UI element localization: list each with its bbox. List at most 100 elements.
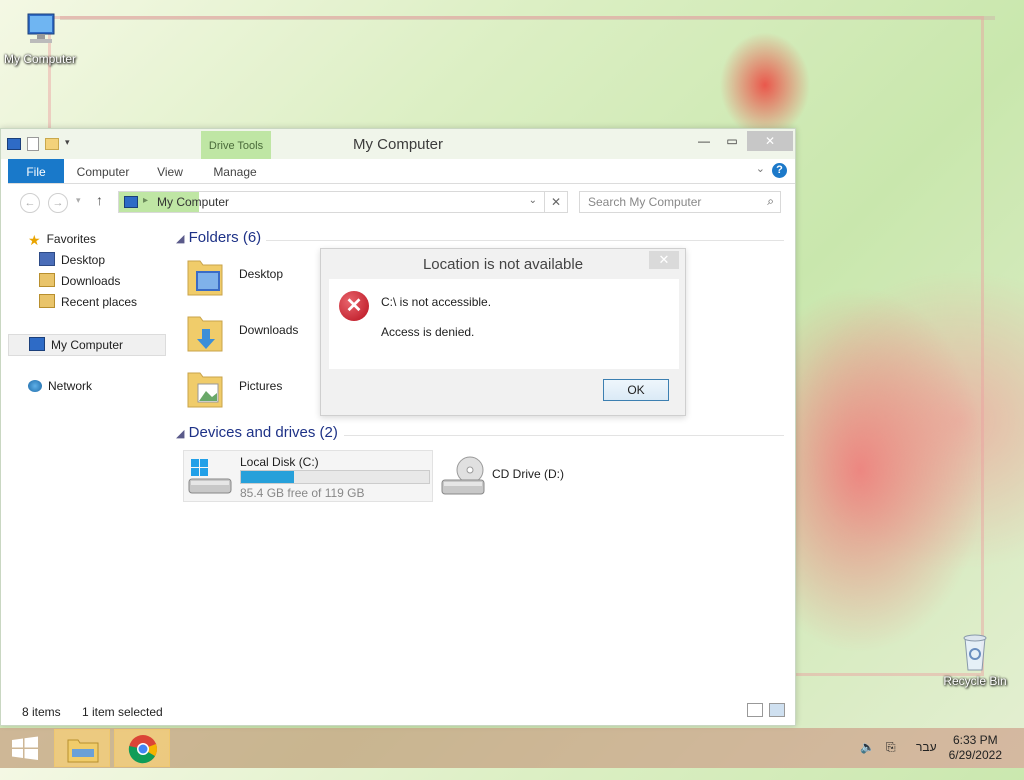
file-explorer-icon bbox=[67, 739, 99, 763]
clock-date: 6/29/2022 bbox=[948, 748, 1002, 762]
computer-icon bbox=[20, 10, 60, 50]
cd-drive-icon bbox=[441, 456, 485, 495]
up-button[interactable]: ↑ bbox=[96, 192, 103, 208]
language-indicator[interactable]: עבר bbox=[916, 740, 937, 780]
navigation-bar: ← → ▾ ↑ ▸ My Computer ⌄ ✕ Search My Comp… bbox=[8, 187, 795, 217]
view-switcher bbox=[747, 703, 785, 717]
drives-group-header[interactable]: ◢ Devices and drives (2) bbox=[176, 424, 784, 444]
group-divider bbox=[344, 435, 784, 436]
folder-downloads-icon bbox=[187, 316, 223, 352]
folder-pictures[interactable]: Pictures bbox=[186, 363, 326, 413]
recent-locations-icon[interactable]: ▾ bbox=[76, 195, 81, 206]
ribbon-tabs: File Computer View Manage ⌄ ? bbox=[8, 159, 795, 184]
drive-free-space: 85.4 GB free of 119 GB bbox=[240, 486, 365, 500]
nav-label: Downloads bbox=[61, 274, 121, 288]
desktop-icon-label: My Computer bbox=[3, 52, 77, 66]
folders-group-header[interactable]: ◢ Folders (6) bbox=[176, 229, 784, 249]
desktop-icon-my-computer[interactable]: My Computer bbox=[0, 10, 80, 66]
dialog-message-secondary: Access is denied. bbox=[381, 325, 475, 339]
clock[interactable]: 6:33 PM 6/29/2022 bbox=[949, 733, 1002, 763]
drive-d[interactable]: CD Drive (D:) bbox=[438, 450, 588, 500]
volume-muted-icon[interactable]: 🔈 bbox=[860, 740, 875, 780]
nav-label: Desktop bbox=[61, 253, 106, 267]
window-title: My Computer bbox=[352, 136, 444, 153]
taskbar: 🔈 ⎘ עבר 6:33 PM 6/29/2022 bbox=[0, 728, 1024, 768]
tab-file[interactable]: File bbox=[8, 159, 64, 183]
nav-item-recent[interactable]: Recent places bbox=[39, 292, 195, 312]
address-clear-button[interactable]: ✕ bbox=[544, 191, 568, 213]
drive-name: CD Drive (D:) bbox=[492, 467, 564, 481]
dialog-body: ✕ C:\ is not accessible. Access is denie… bbox=[329, 279, 679, 369]
windows-logo-icon bbox=[12, 736, 38, 760]
desktop-icon bbox=[39, 252, 55, 266]
downloads-icon bbox=[39, 273, 55, 287]
hard-disk-icon bbox=[188, 459, 232, 494]
nav-item-favorites[interactable]: ★ Favorites bbox=[28, 229, 184, 249]
details-view-icon[interactable] bbox=[747, 703, 763, 717]
computer-icon bbox=[29, 337, 45, 351]
address-text[interactable]: My Computer bbox=[157, 195, 229, 209]
nav-item-downloads[interactable]: Downloads bbox=[39, 271, 195, 291]
search-box[interactable]: Search My Computer ⌕ bbox=[579, 191, 781, 213]
status-selected-count: 1 item selected bbox=[82, 705, 163, 719]
tab-manage[interactable]: Manage bbox=[204, 159, 266, 183]
folder-name: Desktop bbox=[239, 267, 284, 281]
minimize-button[interactable]: — bbox=[689, 131, 719, 151]
tab-view[interactable]: View bbox=[148, 159, 192, 183]
title-bar: ▾ Drive Tools My Computer — ▭ ✕ bbox=[1, 129, 795, 159]
chrome-icon bbox=[128, 735, 157, 764]
back-button[interactable]: ← bbox=[20, 193, 40, 213]
folder-desktop[interactable]: Desktop bbox=[186, 251, 326, 301]
close-button[interactable]: ✕ bbox=[747, 131, 793, 151]
nav-item-my-computer[interactable]: My Computer bbox=[8, 334, 166, 356]
drive-c[interactable]: Local Disk (C:) 85.4 GB free of 119 GB bbox=[183, 450, 433, 502]
network-tray-icon[interactable]: ⎘ bbox=[886, 740, 896, 780]
address-dropdown-icon[interactable]: ⌄ bbox=[529, 195, 537, 206]
help-icon[interactable]: ? bbox=[772, 163, 787, 178]
search-icon[interactable]: ⌕ bbox=[767, 194, 774, 209]
wallpaper-stripe bbox=[60, 16, 995, 20]
dialog-message-primary: C:\ is not accessible. bbox=[381, 295, 492, 309]
folder-pictures-icon bbox=[187, 372, 223, 408]
start-button[interactable] bbox=[0, 728, 50, 768]
maximize-button[interactable]: ▭ bbox=[717, 131, 747, 151]
network-icon bbox=[28, 380, 42, 392]
group-divider bbox=[266, 240, 784, 241]
recent-places-icon bbox=[39, 294, 55, 308]
ribbon-expand-icon[interactable]: ⌄ bbox=[756, 162, 765, 175]
explorer-window: ▾ Drive Tools My Computer — ▭ ✕ File Com… bbox=[0, 128, 796, 726]
address-bar[interactable]: ▸ My Computer ⌄ ✕ bbox=[118, 191, 568, 213]
taskbar-file-explorer[interactable] bbox=[54, 729, 110, 767]
star-icon: ★ bbox=[28, 232, 41, 248]
ok-button[interactable]: OK bbox=[603, 379, 669, 401]
error-dialog: Location is not available ✕ ✕ C:\ is not… bbox=[320, 248, 686, 416]
taskbar-chrome[interactable] bbox=[114, 729, 170, 767]
tab-computer[interactable]: Computer bbox=[70, 159, 136, 183]
desktop-icon-label: Recycle Bin bbox=[943, 674, 1007, 688]
group-title: Devices and drives (2) bbox=[188, 424, 338, 441]
breadcrumb-chevron-icon[interactable]: ▸ bbox=[143, 195, 148, 206]
folder-desktop-icon bbox=[187, 260, 223, 296]
collapse-triangle-icon: ◢ bbox=[176, 233, 185, 245]
computer-small-icon bbox=[124, 196, 138, 208]
folder-downloads[interactable]: Downloads bbox=[186, 307, 326, 357]
nav-label: Recent places bbox=[61, 295, 138, 309]
dialog-close-button[interactable]: ✕ bbox=[649, 251, 679, 269]
desktop-icon-recycle-bin[interactable]: Recycle Bin bbox=[935, 632, 1015, 688]
large-icons-view-icon[interactable] bbox=[769, 703, 785, 717]
clock-time: 6:33 PM bbox=[952, 733, 998, 747]
forward-button[interactable]: → bbox=[48, 193, 68, 213]
search-placeholder[interactable]: Search My Computer bbox=[588, 195, 701, 209]
folder-name: Downloads bbox=[239, 323, 299, 337]
nav-label: My Computer bbox=[51, 338, 124, 352]
status-item-count: 8 items bbox=[22, 705, 61, 719]
nav-label: Favorites bbox=[46, 232, 96, 246]
dialog-title: Location is not available bbox=[422, 256, 584, 273]
status-bar: 8 items 1 item selected bbox=[8, 697, 795, 725]
recycle-bin-icon bbox=[955, 632, 995, 672]
folder-name: Pictures bbox=[239, 379, 283, 393]
nav-item-desktop[interactable]: Desktop bbox=[39, 250, 195, 270]
drive-name: Local Disk (C:) bbox=[240, 455, 319, 469]
error-icon: ✕ bbox=[339, 291, 369, 321]
nav-item-network[interactable]: Network bbox=[28, 376, 184, 396]
